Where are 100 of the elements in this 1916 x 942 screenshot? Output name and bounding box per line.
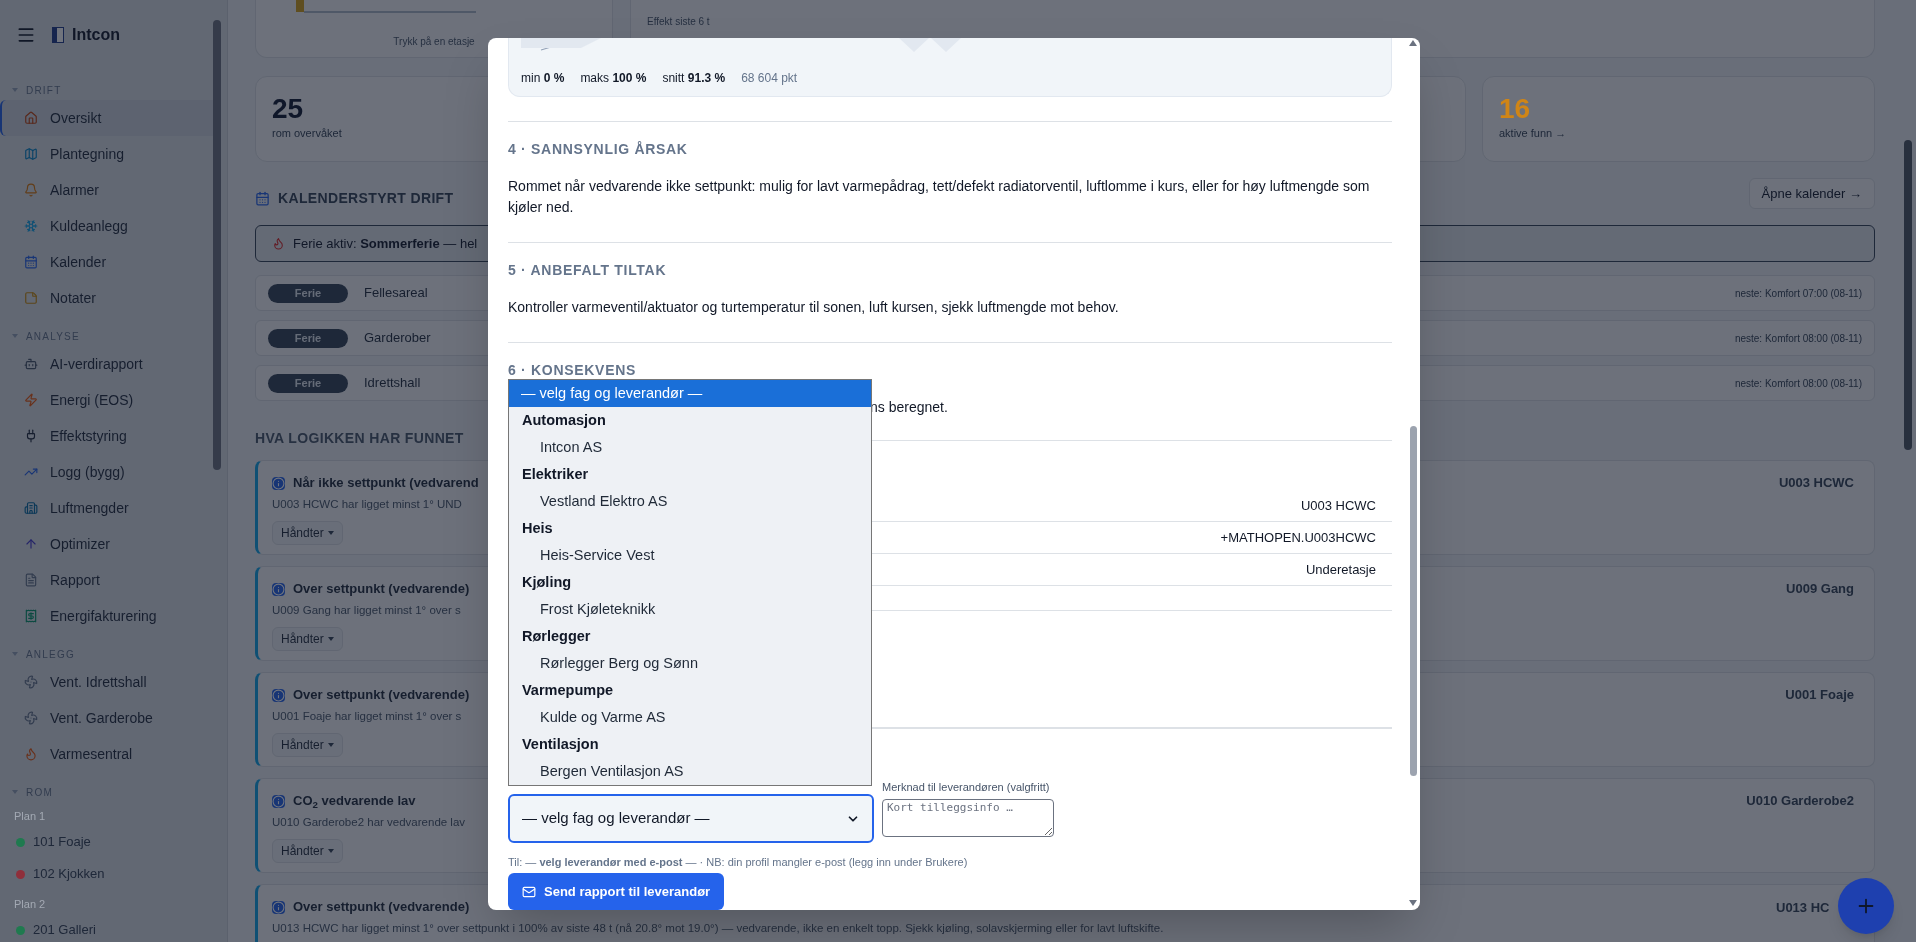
dropdown-option[interactable]: Frost Kjøleteknikk <box>509 596 871 623</box>
nav-item[interactable]: AI-verdirapport <box>0 346 215 382</box>
note-icon <box>24 291 38 305</box>
point-count: 68 604 pkt <box>741 70 798 87</box>
section-heading: 6 · KONSEKVENS <box>508 361 638 380</box>
stat-label: rom overvåket <box>272 126 343 141</box>
scrollbar[interactable] <box>213 20 221 470</box>
nav-item[interactable]: Energifakturering <box>0 598 215 634</box>
field-label: Merknad til leverandøren (valgfritt) <box>882 780 1051 795</box>
section-text: Kontroller varmeventil/aktuator og turtemperatur til sonen, luft kursen, sjekk luftmengde mot behov. <box>508 298 1120 317</box>
info-icon <box>272 794 285 808</box>
group-label: Plan 1 <box>14 808 46 824</box>
option-group-label: Automasjon <box>521 410 607 430</box>
stat-value: 25 <box>272 93 304 125</box>
building-icon <box>24 501 38 515</box>
dropdown-option[interactable]: Bergen Ventilasjon AS <box>509 758 871 785</box>
handle-button[interactable]: Håndter <box>272 521 343 545</box>
room-code: U001 Foaje <box>1785 686 1854 704</box>
arrow-up-icon <box>24 537 38 551</box>
nav-item[interactable]: Varmesentral <box>0 736 215 772</box>
nav-item[interactable]: Optimizer <box>0 526 215 562</box>
nav-item[interactable]: Vent. Garderobe <box>0 700 215 736</box>
detail-value: Underetasje <box>1305 560 1376 579</box>
room-item[interactable]: 101 Foaje <box>0 826 227 858</box>
caret-icon <box>327 848 334 854</box>
detail-value: +MATHOPEN.U003HCWC <box>1220 528 1376 547</box>
detail-value: U003 HCWC <box>1300 496 1376 515</box>
nav-item[interactable]: Alarmer <box>0 172 215 208</box>
handle-button[interactable]: Håndter <box>272 733 343 757</box>
scrollbar[interactable] <box>1409 426 1417 776</box>
scroll-up-icon[interactable] <box>1409 40 1417 46</box>
fan-icon <box>24 675 38 689</box>
nav-item[interactable]: Kuldeanlegg <box>0 208 215 244</box>
banner-text: Ferie aktiv: Sommerferie — hel <box>293 234 478 253</box>
room-code: U003 HCWC <box>1778 474 1854 492</box>
dropdown-option[interactable]: Vestland Elektro AS <box>509 488 871 515</box>
dropdown-option[interactable]: Intcon AS <box>509 434 871 461</box>
info-icon <box>272 476 285 490</box>
nav-item[interactable]: Kalender <box>0 244 215 280</box>
dropdown-option[interactable]: Heis-Service Vest <box>509 542 871 569</box>
caret-icon <box>12 651 18 657</box>
nav-item[interactable]: Effektstyring <box>0 418 215 454</box>
caret-icon <box>327 742 334 748</box>
finding-title: CO$_{2}$ vedvarende lav <box>293 792 416 811</box>
info-icon <box>272 582 285 596</box>
handle-button[interactable]: Håndter <box>272 839 343 863</box>
group-label: Plan 2 <box>14 896 46 912</box>
nav-item[interactable]: Luftmengder <box>0 490 215 526</box>
caret-icon <box>12 789 18 795</box>
menu-icon[interactable] <box>16 25 36 45</box>
room-item[interactable]: 201 Galleri <box>0 914 227 942</box>
handle-button[interactable]: Håndter <box>272 627 343 651</box>
nav-item[interactable]: Vent. Idrettshall <box>0 664 215 700</box>
next-event: neste: Komfort 07:00 (08-11) <box>1734 286 1862 301</box>
send-button[interactable]: Send rapport til leverandør <box>508 873 725 910</box>
caret-icon <box>327 530 334 536</box>
option-group-label: Varmepumpe <box>521 680 615 700</box>
nav-item[interactable]: Oversikt <box>0 100 215 136</box>
section-heading: 5 · ANBEFALT TILTAK <box>508 261 668 280</box>
nav-item[interactable]: Logg (bygg) <box>0 454 215 490</box>
stat-value: 16 <box>1499 93 1531 125</box>
dropdown-option[interactable]: Rørlegger Berg og Sønn <box>509 650 871 677</box>
option-group-label: Rørlegger <box>521 626 592 646</box>
caret-icon <box>12 87 18 93</box>
finding-text: U010 Garderobe2 har vedvarende lav <box>272 815 466 830</box>
card-caption: Effekt siste 6 t <box>647 15 710 29</box>
info-icon <box>272 688 285 702</box>
open-calendar-button[interactable]: Åpne kalender → <box>1748 178 1875 209</box>
stat-label: aktive funn → <box>1499 126 1568 141</box>
fan-icon <box>24 711 38 725</box>
receipt-icon <box>24 609 38 623</box>
section-heading: HVA LOGIKKEN HAR FUNNET <box>255 429 464 448</box>
nav-item[interactable]: Rapport <box>0 562 215 598</box>
stat-card[interactable]: 16 aktive funn → <box>1482 76 1875 162</box>
finding-title: Over settpunkt (vedvarende) <box>293 580 470 599</box>
calendar-icon <box>24 255 38 269</box>
room-code: U013 HC <box>1776 899 1830 917</box>
info-icon <box>272 900 285 914</box>
dropdown-option[interactable]: — velg fag og leverandør — <box>509 380 871 407</box>
nav-item[interactable]: Plantegning <box>0 136 215 172</box>
nav-item[interactable]: Notater <box>0 280 215 316</box>
nav-item[interactable]: Energi (EOS) <box>0 382 215 418</box>
finding-title: Over settpunkt (vedvarende) <box>293 686 470 705</box>
logo-icon <box>52 27 64 43</box>
option-group-label: Elektriker <box>521 464 590 484</box>
next-event: neste: Komfort 08:00 (08-11) <box>1734 376 1862 391</box>
dropdown-option[interactable]: Kulde og Varme AS <box>509 704 871 731</box>
zone-name: Idrettshall <box>364 374 421 393</box>
option-group-label: Kjøling <box>521 572 573 592</box>
map-icon <box>24 147 38 161</box>
scroll-down-icon[interactable] <box>1409 900 1417 906</box>
caret-icon <box>327 636 334 642</box>
flame-icon <box>272 237 285 250</box>
scrollbar[interactable] <box>1904 140 1912 450</box>
zone-name: Fellesareal <box>364 284 428 303</box>
option-group-label: Heis <box>521 518 554 538</box>
supplier-select[interactable]: — velg fag og leverandør — <box>508 794 874 843</box>
note-field[interactable]: Kort tilleggsinfo … <box>882 799 1054 837</box>
plug-icon <box>24 429 38 443</box>
room-item[interactable]: 102 Kjokken <box>0 858 227 890</box>
